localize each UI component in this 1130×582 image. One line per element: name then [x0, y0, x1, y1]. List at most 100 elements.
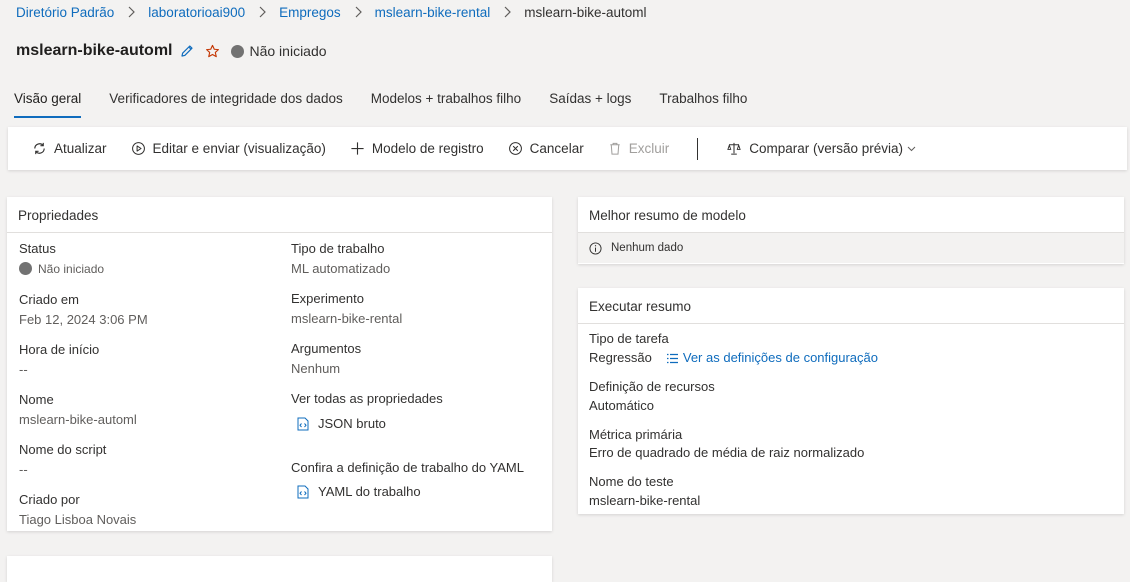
run-summary-title: Executar resumo	[578, 288, 1124, 324]
tab-bar: Visão geral Verificadores de integridade…	[14, 88, 775, 118]
chevron-down-icon	[907, 146, 916, 152]
page-header-area: Diretório Padrão laboratorioai900 Empreg…	[0, 0, 1130, 120]
code-file-icon	[297, 485, 309, 499]
run-task-type: Tipo de tarefa Regressão Ver as definiçõ…	[589, 331, 878, 366]
breadcrumb: Diretório Padrão laboratorioai900 Empreg…	[16, 4, 647, 20]
run-resource-setting: Definição de recursos Automático	[589, 379, 715, 414]
scale-balance-icon	[726, 141, 742, 156]
prop-arguments: Argumentos Nenhum	[291, 341, 361, 377]
task-type-value: Regressão	[589, 350, 652, 365]
run-primary-metric: Métrica primária Erro de quadrado de méd…	[589, 427, 864, 461]
command-toolbar: Atualizar Editar e enviar (visualização)…	[8, 127, 1127, 170]
prop-jobtype-label: Tipo de trabalho	[291, 241, 385, 256]
prop-created-by: Criado por Tiago Lisboa Novais	[19, 492, 136, 528]
prop-allprops-label: Ver todas as propriedades	[291, 391, 443, 406]
refresh-label: Atualizar	[54, 141, 107, 156]
prop-status-value: Não iniciado	[38, 262, 105, 276]
edit-pencil-icon[interactable]	[180, 44, 194, 58]
next-card-partial	[7, 556, 552, 582]
resource-value: Automático	[589, 398, 655, 413]
delete-button[interactable]: Excluir	[608, 141, 670, 156]
raw-json-label: JSON bruto	[318, 416, 386, 431]
play-circle-icon	[131, 141, 146, 156]
register-model-button[interactable]: Modelo de registro	[350, 141, 484, 156]
prop-name-value: mslearn-bike-automl	[19, 412, 137, 427]
task-type-label: Tipo de tarefa	[589, 331, 669, 346]
yaml-job-link[interactable]: YAML do trabalho	[297, 484, 524, 499]
run-summary-card: Executar resumo Tipo de tarefa Regressão…	[578, 288, 1124, 514]
yaml-job-label: YAML do trabalho	[318, 484, 421, 499]
prop-jobtype-value: ML automatizado	[291, 261, 391, 276]
prop-created-label: Criado em	[19, 292, 79, 307]
best-model-title: Melhor resumo de modelo	[578, 197, 1124, 233]
prop-job-type: Tipo de trabalho ML automatizado	[291, 241, 390, 277]
prop-yaml-definition: Confira a definição de trabalho do YAML …	[291, 460, 524, 499]
raw-json-link[interactable]: JSON bruto	[297, 416, 443, 431]
tab-child-jobs[interactable]: Trabalhos filho	[659, 88, 747, 118]
refresh-icon	[32, 141, 47, 156]
prop-experiment-label: Experimento	[291, 291, 364, 306]
cancel-button[interactable]: Cancelar	[508, 141, 584, 156]
prop-status: Status Não iniciado	[19, 241, 104, 277]
breadcrumb-experiment[interactable]: mslearn-bike-rental	[375, 5, 491, 20]
experiment-link[interactable]: mslearn-bike-rental	[291, 311, 402, 327]
prop-script-label: Nome do script	[19, 442, 107, 457]
refresh-button[interactable]: Atualizar	[32, 141, 107, 156]
config-settings-link[interactable]: Ver as definições de configuração	[666, 350, 878, 366]
resource-label: Definição de recursos	[589, 379, 715, 394]
best-model-card: Melhor resumo de modelo Nenhum dado	[578, 197, 1124, 264]
chevron-right-icon	[354, 6, 362, 18]
metric-value: Erro de quadrado de média de raiz normal…	[589, 445, 865, 460]
status-dot-icon	[231, 44, 245, 58]
register-model-label: Modelo de registro	[371, 141, 484, 156]
prop-all-properties: Ver todas as propriedades JSON bruto	[291, 391, 443, 431]
config-settings-label: Ver as definições de configuração	[682, 350, 879, 365]
prop-args-value: Nenhum	[291, 361, 341, 376]
toolbar-divider	[697, 137, 699, 160]
breadcrumb-default-directory[interactable]: Diretório Padrão	[16, 5, 114, 20]
prop-yaml-label: Confira a definição de trabalho do YAML	[291, 460, 524, 475]
prop-created-value: Feb 12, 2024 3:06 PM	[19, 312, 148, 327]
no-data-row: Nenhum dado	[578, 233, 1124, 263]
prop-name: Nome mslearn-bike-automl	[19, 392, 137, 428]
prop-created: Criado em Feb 12, 2024 3:06 PM	[19, 292, 148, 328]
prop-script-name: Nome do script --	[19, 442, 106, 478]
test-name-label: Nome do teste	[589, 474, 674, 489]
prop-status-value-row: Não iniciado	[19, 261, 104, 277]
page-title: mslearn-bike-automl	[16, 42, 173, 59]
chevron-right-icon	[258, 6, 266, 18]
code-file-icon	[297, 417, 309, 431]
star-favorite-icon[interactable]	[205, 44, 220, 59]
properties-title: Propriedades	[7, 197, 552, 233]
prop-createdby-value: Tiago Lisboa Novais	[19, 512, 137, 527]
title-row: mslearn-bike-automl Não iniciado	[16, 40, 327, 62]
tab-outputs-logs[interactable]: Saídas + logs	[549, 88, 631, 118]
trash-icon	[608, 141, 622, 156]
tab-data-guardrails[interactable]: Verificadores de integridade dos dados	[109, 88, 342, 118]
tab-models-child-jobs[interactable]: Modelos + trabalhos filho	[371, 88, 521, 118]
cancel-label: Cancelar	[529, 141, 584, 156]
info-icon	[589, 241, 602, 255]
breadcrumb-jobs[interactable]: Empregos	[279, 5, 341, 20]
prop-start-time: Hora de início --	[19, 342, 99, 378]
edit-submit-label: Editar e enviar (visualização)	[152, 141, 326, 156]
edit-submit-button[interactable]: Editar e enviar (visualização)	[131, 141, 326, 156]
breadcrumb-current: mslearn-bike-automl	[524, 4, 647, 20]
prop-experiment: Experimento mslearn-bike-rental	[291, 291, 402, 327]
status-dot-icon	[19, 262, 32, 275]
prop-name-label: Nome	[19, 392, 54, 407]
delete-label: Excluir	[628, 141, 670, 156]
compare-button[interactable]: Comparar (versão prévia)	[726, 141, 916, 156]
tab-overview[interactable]: Visão geral	[14, 88, 82, 118]
compare-label: Comparar (versão prévia)	[749, 141, 904, 156]
prop-status-label: Status	[19, 241, 56, 256]
no-data-text: Nenhum dado	[611, 242, 684, 254]
run-test-name: Nome do teste mslearn-bike-rental	[589, 474, 700, 509]
plus-icon	[350, 141, 365, 156]
prop-start-value: --	[19, 362, 28, 377]
properties-card: Propriedades Status Não iniciado Criado …	[7, 197, 552, 531]
breadcrumb-workspace[interactable]: laboratorioai900	[148, 5, 245, 20]
test-name-value: mslearn-bike-rental	[589, 493, 701, 508]
chevron-right-icon	[127, 6, 136, 18]
prop-start-label: Hora de início	[19, 342, 100, 357]
